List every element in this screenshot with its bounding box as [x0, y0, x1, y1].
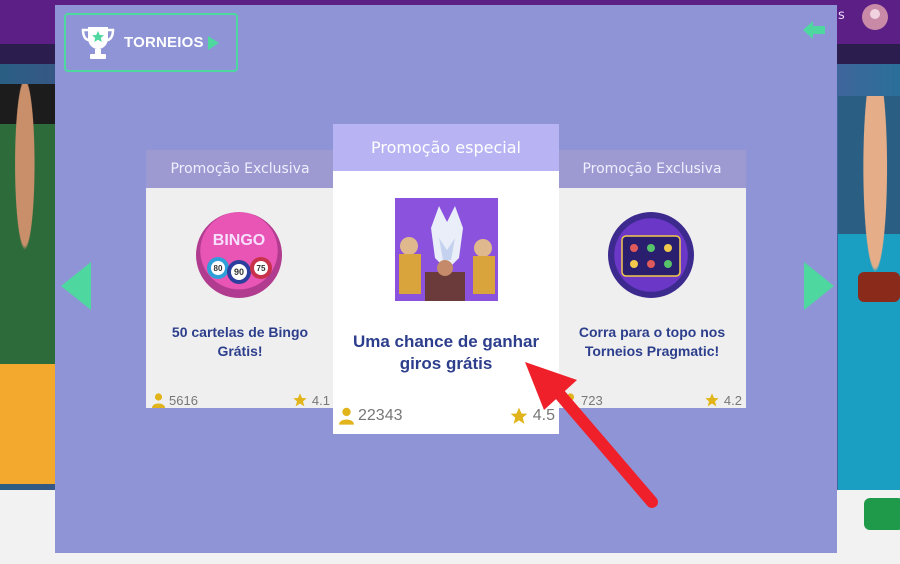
bingo-logo-text: BINGO [213, 232, 265, 249]
card-header: Promoção especial [333, 124, 559, 171]
pragmatic-thumbnail [608, 212, 694, 298]
star-icon [510, 407, 528, 424]
players-count-value: 723 [581, 392, 603, 408]
card-footer: 22343 4.5 [339, 406, 555, 426]
players-count: 723 [564, 393, 603, 408]
star-icon [705, 393, 719, 407]
promotions-modal: TORNEIOS Promoção Exclusiva BINGO 80 90 … [55, 5, 837, 553]
user-avatar-icon[interactable] [862, 4, 888, 30]
user-icon [152, 392, 165, 408]
promo-card-pragmatic[interactable]: Promoção Exclusiva Corra para o topo nos… [558, 150, 746, 408]
user-icon [339, 407, 354, 425]
ball-number: 80 [214, 264, 223, 273]
rating: 4.5 [509, 406, 555, 426]
players-count: 22343 [339, 407, 403, 425]
back-arrow-icon[interactable] [799, 15, 829, 45]
promo-card-bingo[interactable]: Promoção Exclusiva BINGO 80 90 75 50 car… [146, 150, 334, 408]
trophy-icon [81, 26, 115, 59]
players-count-value: 5616 [169, 392, 198, 408]
user-icon [564, 392, 577, 408]
card-header: Promoção Exclusiva [146, 150, 334, 188]
ball-number: 90 [234, 267, 244, 277]
play-arrow-icon [207, 35, 219, 50]
card-title: Corra para o topo nos Torneios Pragmatic… [578, 324, 726, 359]
game-thumbnail [395, 198, 498, 301]
rating-value: 4.5 [532, 407, 555, 424]
tournaments-button-label: TORNEIOS [124, 34, 204, 51]
ball-number: 75 [257, 264, 266, 273]
carousel-prev-arrow-icon[interactable] [61, 262, 91, 310]
card-footer: 723 4.2 [564, 392, 742, 408]
players-count-value: 22343 [358, 407, 403, 424]
tournaments-button[interactable]: TORNEIOS [64, 13, 238, 72]
background-bottom-button[interactable] [864, 498, 900, 530]
wolf-gods-game-icon [395, 198, 498, 301]
rating: 4.1 [292, 392, 330, 408]
bingo-thumbnail: BINGO 80 90 75 [196, 212, 282, 298]
bingo-balls-icon: BINGO 80 90 75 [207, 232, 272, 284]
star-icon [293, 393, 307, 407]
carousel-next-arrow-icon[interactable] [804, 262, 834, 310]
card-footer: 5616 4.1 [152, 392, 330, 408]
rating-value: 4.1 [311, 392, 330, 408]
card-title: 50 cartelas de Bingo Grátis! [171, 324, 309, 359]
card-header: Promoção Exclusiva [558, 150, 746, 188]
players-count: 5616 [152, 393, 198, 408]
rating-value: 4.2 [723, 392, 742, 408]
card-title: Uma chance de ganhar giros grátis [352, 332, 540, 373]
slot-reels-icon [621, 235, 681, 277]
promo-card-free-spins[interactable]: Promoção especial Uma chance de ganhar g… [333, 124, 559, 434]
background-character-left [0, 84, 62, 484]
background-top-text: s [838, 8, 845, 23]
rating: 4.2 [704, 392, 742, 408]
background-slot-logo-icon [858, 272, 900, 302]
